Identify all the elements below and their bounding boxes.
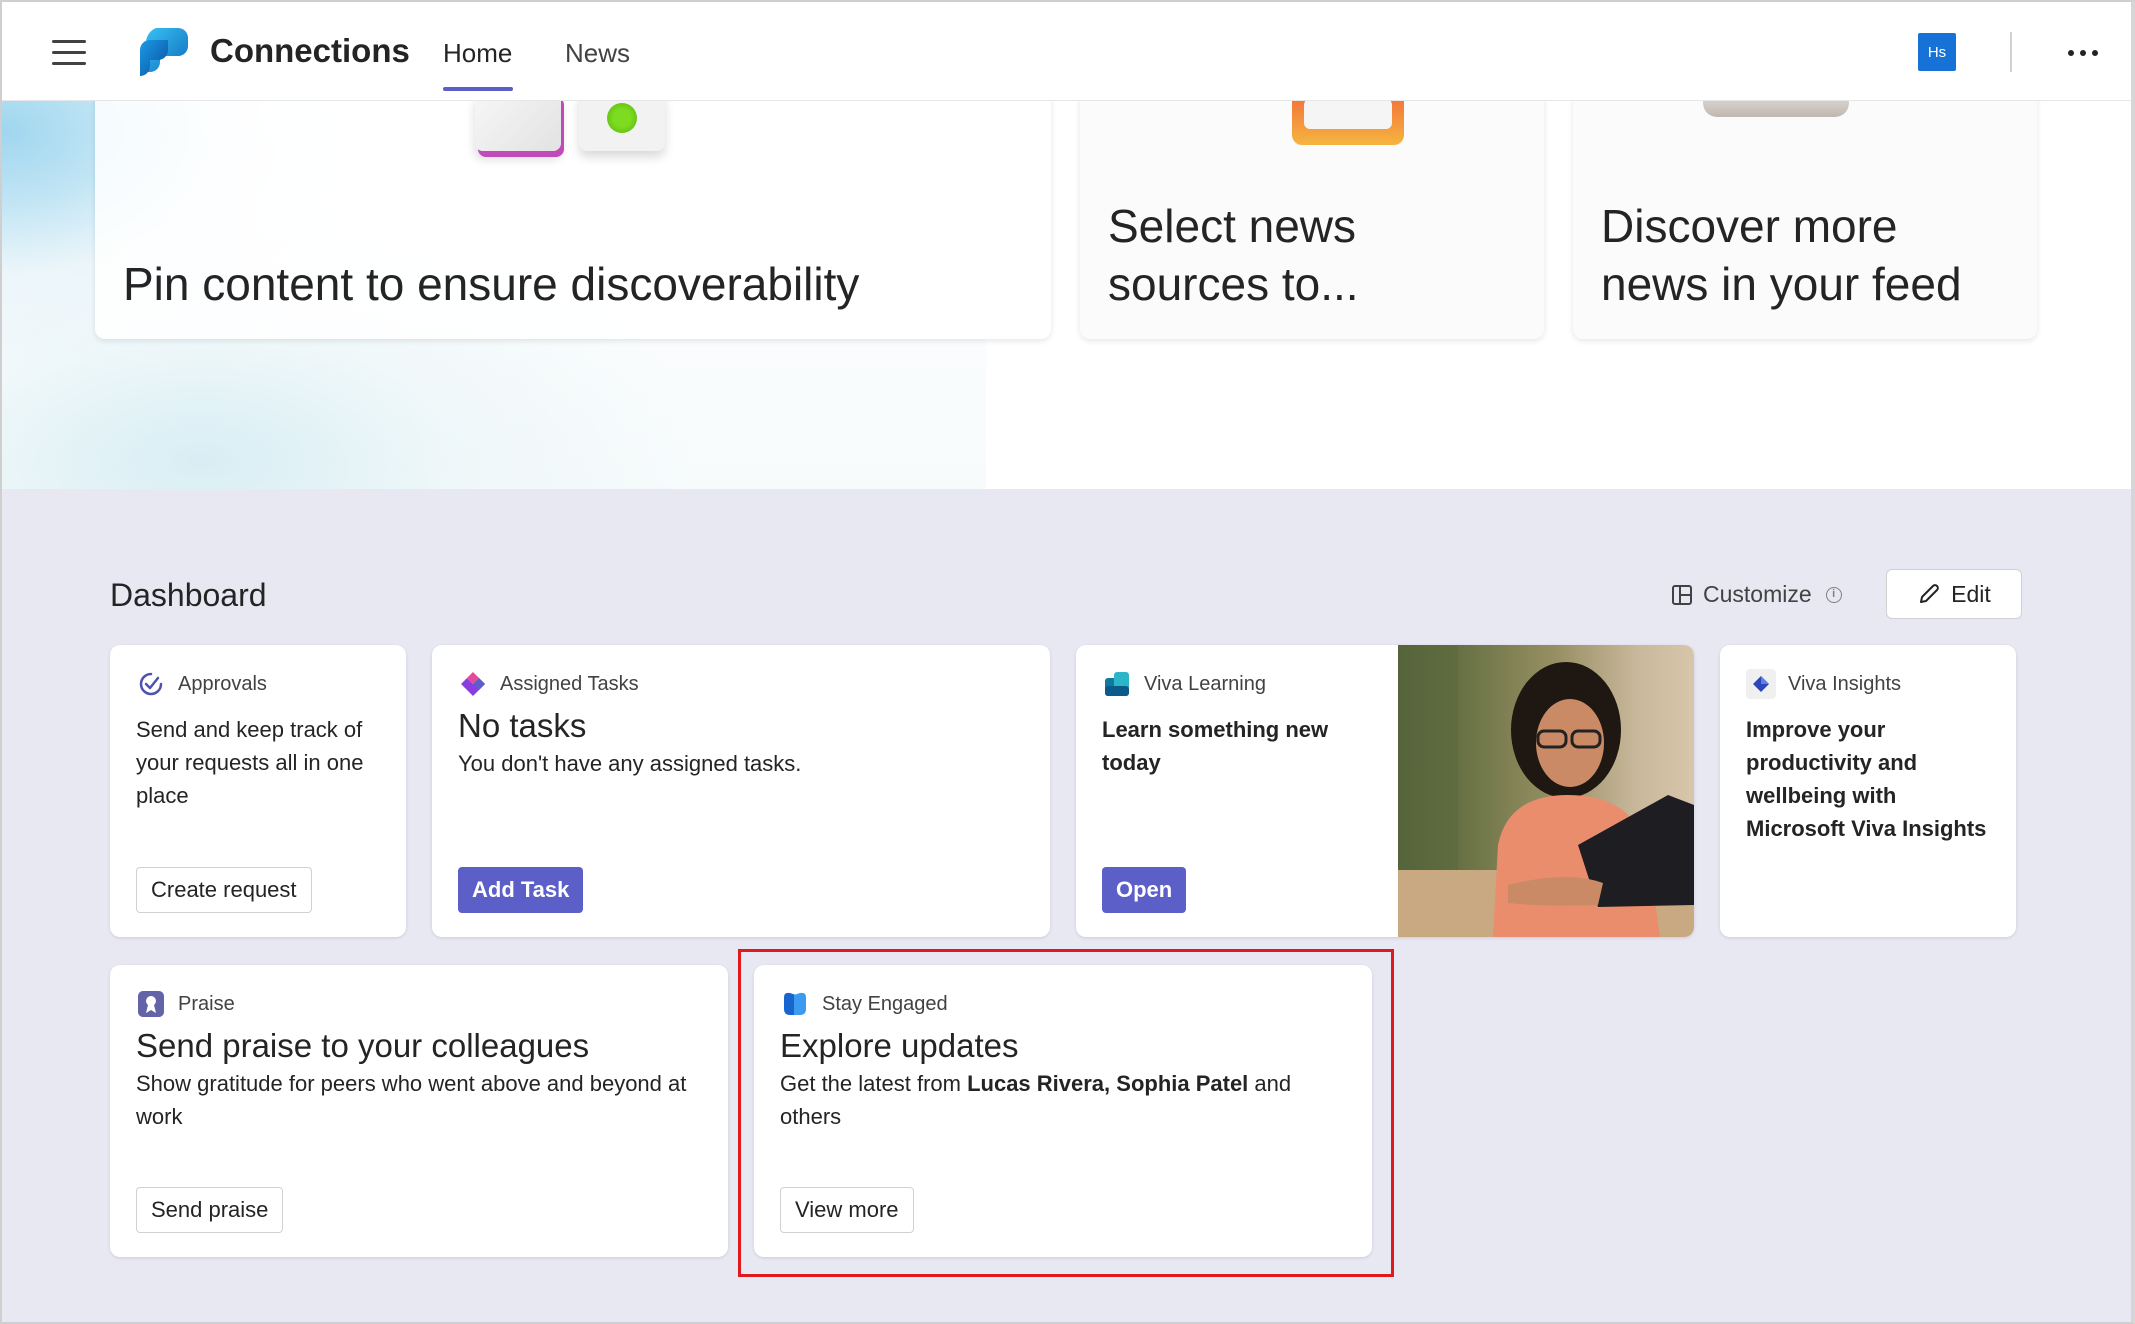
approvals-card[interactable]: Approvals Send and keep track of your re… bbox=[110, 645, 406, 937]
create-request-button[interactable]: Create request bbox=[136, 867, 312, 913]
viva-learning-card[interactable]: Viva Learning Learn something new today … bbox=[1076, 645, 1694, 937]
layout-icon bbox=[1672, 584, 1692, 605]
active-tab-indicator bbox=[443, 87, 513, 91]
card-header: Approvals bbox=[136, 669, 267, 699]
more-options-icon[interactable] bbox=[2066, 42, 2100, 62]
praise-card[interactable]: Praise Send praise to your colleagues Sh… bbox=[110, 965, 728, 1257]
card-description: Send and keep track of your requests all… bbox=[136, 717, 364, 808]
approvals-icon bbox=[136, 669, 166, 699]
edit-button[interactable]: Edit bbox=[1886, 569, 2022, 619]
tasks-icon bbox=[458, 669, 488, 699]
card-description: Learn something new today bbox=[1102, 717, 1329, 775]
info-icon[interactable]: i bbox=[1825, 586, 1842, 603]
hero-section: Pin content to ensure discoverability Se… bbox=[2, 91, 2131, 489]
card-header: Praise bbox=[136, 989, 235, 1019]
pencil-icon bbox=[1920, 584, 1939, 603]
highlight-box bbox=[738, 949, 1394, 1277]
card-title: Send praise to your colleagues bbox=[136, 1027, 590, 1064]
card-app-name: Viva Insights bbox=[1788, 672, 1902, 695]
app-window: Connections Home News Hs Pin content to … bbox=[0, 0, 2135, 1324]
learning-photo bbox=[1398, 645, 1694, 937]
card-header: Viva Learning bbox=[1102, 669, 1266, 699]
open-button[interactable]: Open bbox=[1102, 867, 1187, 913]
card-app-name: Praise bbox=[178, 992, 235, 1015]
dashboard-title: Dashboard bbox=[110, 577, 267, 613]
card-app-name: Assigned Tasks bbox=[500, 672, 639, 695]
viva-insights-card[interactable]: Viva Insights Improve your productivity … bbox=[1720, 645, 2016, 937]
edit-label: Edit bbox=[1951, 580, 1991, 607]
connections-logo-icon bbox=[140, 28, 188, 76]
card-header: Viva Insights bbox=[1746, 669, 1901, 699]
add-task-button[interactable]: Add Task bbox=[458, 867, 584, 913]
tab-news[interactable]: News bbox=[565, 38, 630, 69]
tab-home[interactable]: Home bbox=[443, 38, 512, 69]
viva-insights-icon bbox=[1746, 669, 1776, 699]
viva-learning-icon bbox=[1102, 669, 1132, 699]
hero-card-title: Discover more news in your feed bbox=[1601, 200, 1962, 310]
hero-card-title: Select news sources to... bbox=[1108, 200, 1359, 310]
card-header: Assigned Tasks bbox=[458, 669, 639, 699]
app-title: Connections bbox=[210, 32, 410, 69]
card-description: Show gratitude for peers who went above … bbox=[136, 1071, 687, 1129]
card-description: You don't have any assigned tasks. bbox=[458, 751, 802, 776]
card-title: No tasks bbox=[458, 707, 587, 744]
assigned-tasks-card[interactable]: Assigned Tasks No tasks You don't have a… bbox=[432, 645, 1050, 937]
hero-card-discover-news[interactable]: Discover more news in your feed bbox=[1573, 91, 2037, 339]
hero-card-select-sources[interactable]: Select news sources to... bbox=[1080, 91, 1544, 339]
card-app-name: Approvals bbox=[178, 672, 267, 695]
hero-card-title: Pin content to ensure discoverability bbox=[123, 258, 860, 310]
customize-label: Customize bbox=[1703, 581, 1812, 607]
customize-button[interactable]: Customize i bbox=[1671, 581, 1842, 608]
send-praise-button[interactable]: Send praise bbox=[136, 1187, 284, 1233]
avatar[interactable]: Hs bbox=[1918, 33, 1956, 71]
hero-card-pin-content[interactable]: Pin content to ensure discoverability bbox=[95, 91, 1051, 339]
hamburger-menu-icon[interactable] bbox=[52, 38, 88, 66]
card-description: Improve your productivity and wellbeing … bbox=[1746, 717, 1987, 841]
divider bbox=[2010, 32, 2012, 72]
card-app-name: Viva Learning bbox=[1144, 672, 1266, 695]
praise-icon bbox=[136, 989, 166, 1019]
top-bar: Connections Home News Hs bbox=[2, 2, 2131, 101]
